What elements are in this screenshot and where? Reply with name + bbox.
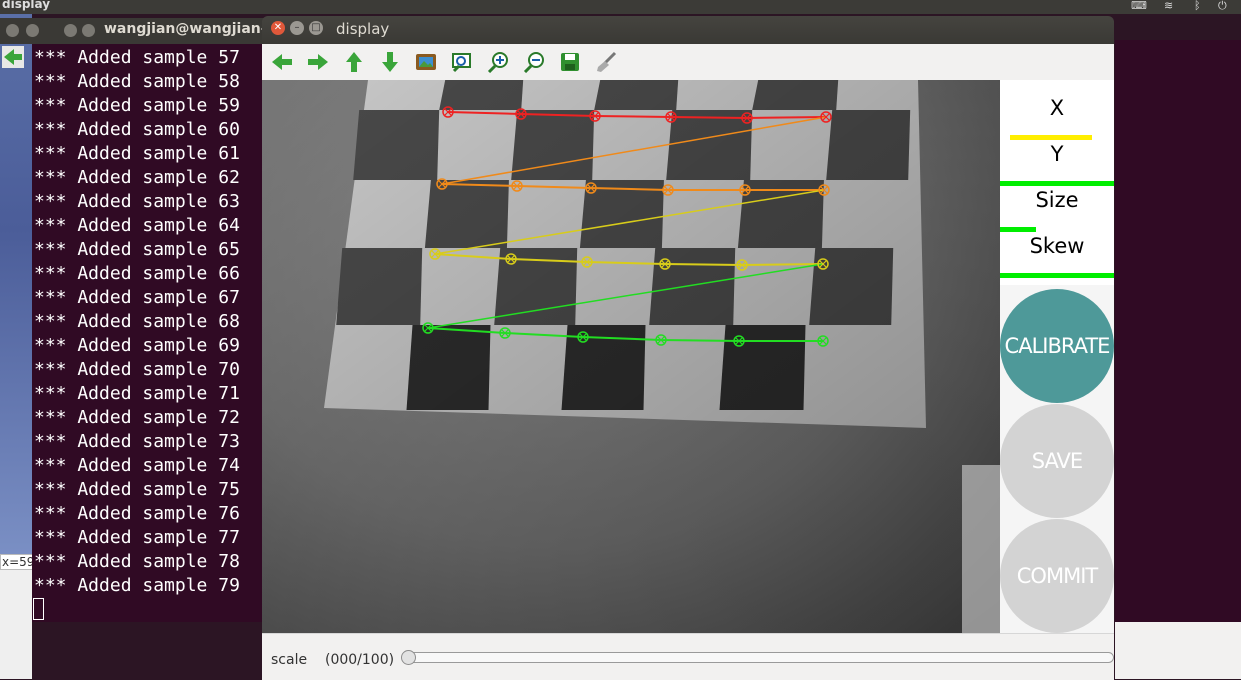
brush-icon[interactable] [594, 50, 618, 74]
terminal-titlebar[interactable]: wangjian@wangjian-w [0, 18, 280, 44]
minimize-icon[interactable]: – [290, 21, 304, 35]
forward-arrow-icon[interactable] [306, 50, 330, 74]
coordinate-readout: x=59 [0, 554, 37, 570]
back-arrow-icon[interactable] [270, 50, 294, 74]
terminal-line: *** Added sample 64 [34, 215, 240, 236]
terminal-line: *** Added sample 77 [34, 527, 240, 548]
display-title: display [336, 20, 390, 38]
terminal-line: *** Added sample 63 [34, 191, 240, 212]
terminal-line: *** Added sample 68 [34, 311, 240, 332]
back-arrow-icon[interactable] [2, 46, 24, 68]
minimize-icon[interactable] [26, 24, 39, 37]
skew-progress-bar [1000, 273, 1114, 278]
down-arrow-icon[interactable] [378, 50, 402, 74]
image-icon[interactable] [414, 50, 438, 74]
zoom-out-icon[interactable] [522, 50, 546, 74]
terminal-line: *** Added sample 65 [34, 239, 240, 260]
scale-slider[interactable] [402, 652, 1114, 663]
x-label: X [1049, 96, 1065, 120]
wifi-icon[interactable]: ≋ [1164, 0, 1173, 12]
terminal-line: *** Added sample 78 [34, 551, 240, 572]
close-icon[interactable] [64, 24, 77, 37]
save-icon[interactable] [558, 50, 582, 74]
terminal-line: *** Added sample 75 [34, 479, 240, 500]
maximize-icon[interactable]: □ [309, 21, 323, 35]
keyboard-icon[interactable]: ⌨ [1131, 0, 1147, 12]
terminal-line: *** Added sample 59 [34, 95, 240, 116]
desktop-background [0, 14, 32, 554]
desktop-background-right [1115, 622, 1241, 679]
terminal-line: *** Added sample 61 [34, 143, 240, 164]
close-icon[interactable] [6, 24, 19, 37]
skew-label: Skew [1029, 234, 1085, 258]
maximize-icon[interactable] [82, 24, 95, 37]
terminal-line: *** Added sample 71 [34, 383, 240, 404]
terminal-line: *** Added sample 73 [34, 431, 240, 452]
power-icon[interactable]: ⏻ [1218, 0, 1227, 13]
terminal-line: *** Added sample 58 [34, 71, 240, 92]
save-button[interactable]: SAVE [1000, 404, 1114, 518]
background-object [962, 465, 1000, 633]
bluetooth-icon[interactable]: ᛒ [1194, 0, 1201, 12]
terminal-line: *** Added sample 62 [34, 167, 240, 188]
scale-value: (000/100) [325, 652, 395, 668]
system-top-bar: display ⌨ ≋ ᛒ ⏻ [0, 0, 1241, 14]
terminal-cursor [33, 598, 44, 620]
zoom-in-icon[interactable] [486, 50, 510, 74]
scale-slider-handle[interactable] [401, 650, 416, 665]
close-icon[interactable]: ✕ [271, 21, 285, 35]
up-arrow-icon[interactable] [342, 50, 366, 74]
scale-label: scale [271, 652, 308, 668]
terminal-line: *** Added sample 72 [34, 407, 240, 428]
terminal-line: *** Added sample 79 [34, 575, 240, 596]
calibrate-button[interactable]: CALIBRATE [1000, 289, 1114, 403]
terminal-title: wangjian@wangjian-w [104, 21, 280, 37]
y-progress-bar [1000, 181, 1114, 186]
display-toolbar [262, 44, 1114, 81]
zoom-fit-icon[interactable] [450, 50, 474, 74]
chessboard-detection [262, 80, 1000, 633]
terminal-line: *** Added sample 74 [34, 455, 240, 476]
y-label: Y [1050, 142, 1064, 166]
terminal-line: *** Added sample 66 [34, 263, 240, 284]
terminal-background-right [1115, 40, 1241, 622]
terminal-line: *** Added sample 76 [34, 503, 240, 524]
terminal-line: *** Added sample 67 [34, 287, 240, 308]
camera-image[interactable] [262, 80, 1000, 633]
terminal-line: *** Added sample 69 [34, 335, 240, 356]
terminal-line: *** Added sample 57 [34, 47, 240, 68]
terminal-line: *** Added sample 70 [34, 359, 240, 380]
active-app-name: display [2, 0, 51, 11]
size-label: Size [1035, 188, 1079, 212]
size-progress-bar [1000, 227, 1036, 232]
desktop-background-lower [0, 554, 32, 679]
x-progress-bar [1010, 135, 1092, 140]
terminal-line: *** Added sample 60 [34, 119, 240, 140]
commit-button[interactable]: COMMIT [1000, 519, 1114, 633]
display-titlebar[interactable]: ✕ – □ display [262, 16, 1114, 44]
